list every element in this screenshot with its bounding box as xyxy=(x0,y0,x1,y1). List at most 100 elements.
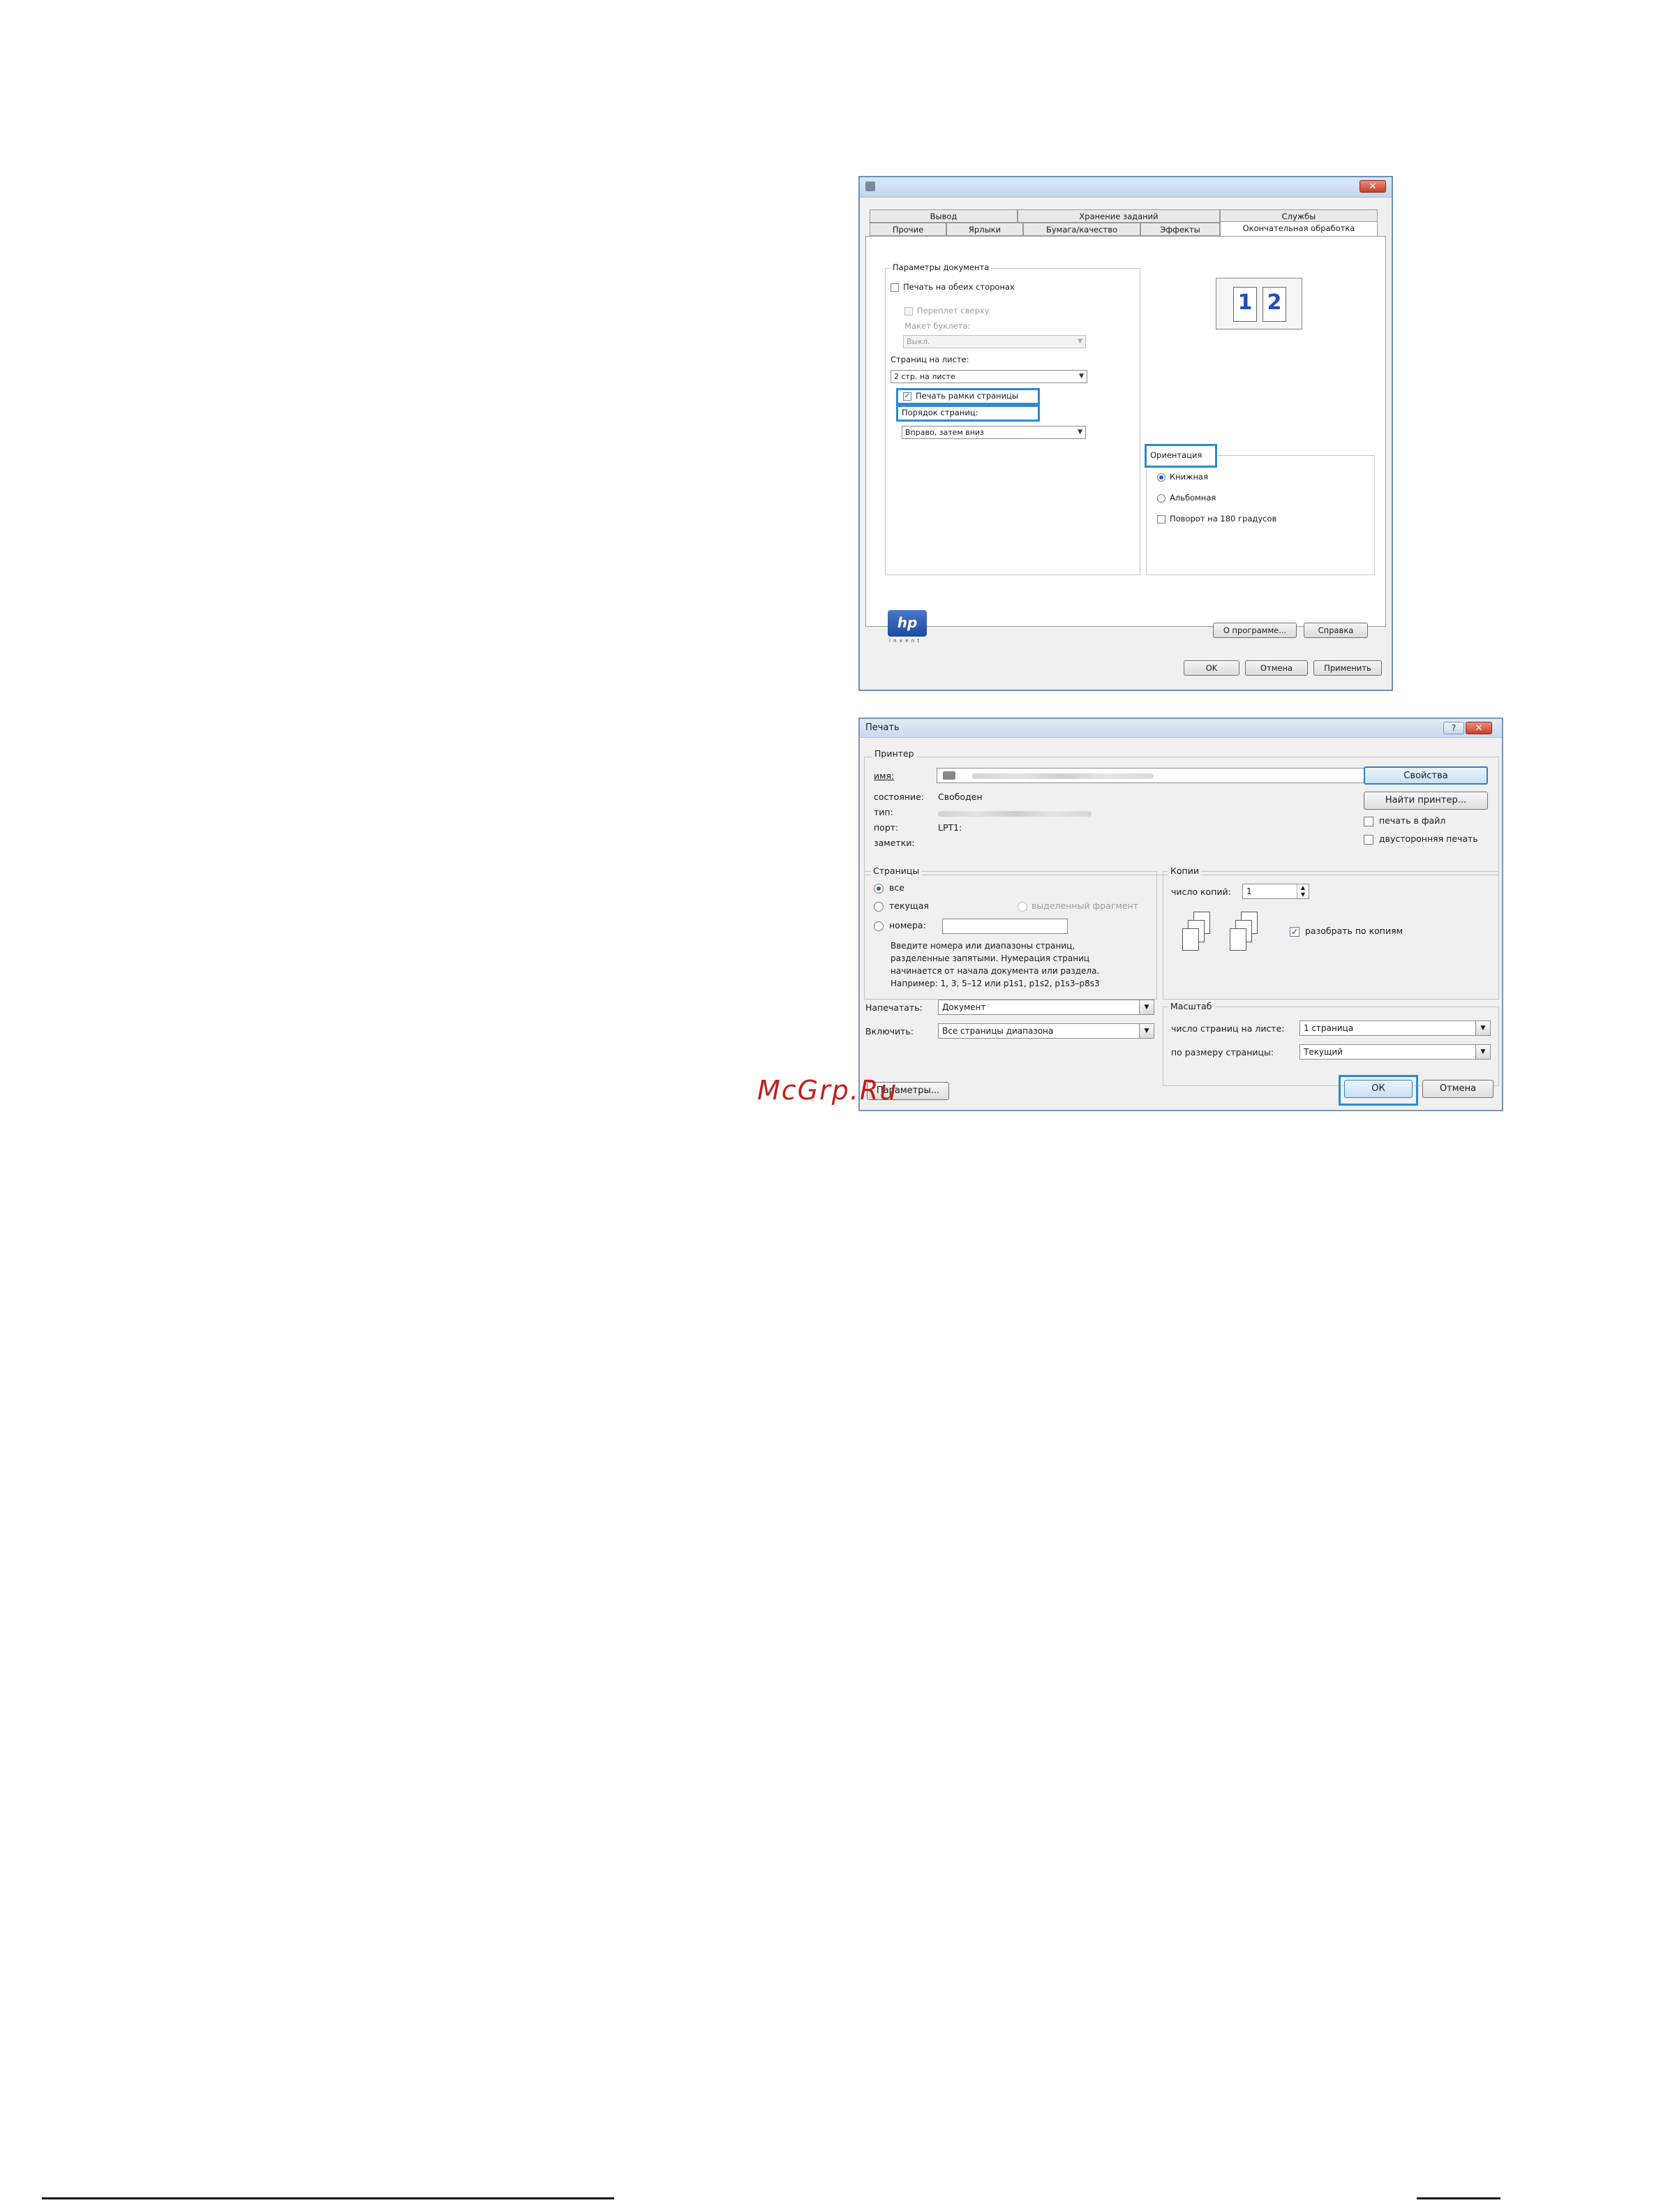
tab-effects[interactable]: Эффекты xyxy=(1140,223,1220,236)
print-what-value: Документ xyxy=(942,1002,986,1012)
print-to-file-label: печать в файл xyxy=(1379,815,1446,826)
print-what-label: Напечатать: xyxy=(865,1002,923,1013)
booklet-layout-select[interactable]: Выкл. ▼ xyxy=(903,335,1086,348)
tab-advanced[interactable]: Прочие xyxy=(870,223,946,236)
page-numbers-input[interactable] xyxy=(942,919,1068,934)
preview-page-1: 1 xyxy=(1233,287,1257,322)
scale-group-label: Масштаб xyxy=(1168,1001,1214,1011)
collate-page-icon xyxy=(1230,928,1246,951)
chevron-down-icon: ▼ xyxy=(1475,1021,1490,1035)
pages-selection-radio[interactable] xyxy=(1018,902,1027,912)
print-borders-checkbox[interactable]: ✓ xyxy=(903,392,911,401)
help-icon[interactable]: ? xyxy=(1443,722,1464,734)
printer-icon xyxy=(865,181,875,191)
print-to-file-checkbox[interactable] xyxy=(1364,817,1373,826)
scale-to-paper-select[interactable]: Текущий ▼ xyxy=(1299,1044,1491,1060)
port-label: порт: xyxy=(874,822,899,833)
flip-up-checkbox[interactable] xyxy=(904,307,913,316)
scale-pages-per-sheet-label: число страниц на листе: xyxy=(1171,1023,1285,1034)
tab-shortcuts[interactable]: Ярлыки xyxy=(946,223,1023,236)
scale-pages-per-sheet-select[interactable]: 1 страница ▼ xyxy=(1299,1020,1491,1036)
cancel-button[interactable]: Отмена xyxy=(1245,660,1308,676)
type-label: тип: xyxy=(874,807,893,817)
cancel-button[interactable]: Отмена xyxy=(1422,1080,1494,1098)
orientation-label: Ориентация xyxy=(1150,450,1202,460)
document-options-label: Параметры документа xyxy=(891,262,992,272)
copies-stepper[interactable]: ▲ ▼ xyxy=(1297,884,1309,898)
page-order-select[interactable]: Вправо, затем вниз ▼ xyxy=(902,426,1086,439)
scale-to-paper-label: по размеру страницы: xyxy=(1171,1047,1274,1057)
chevron-down-icon: ▼ xyxy=(1139,1000,1154,1014)
apply-button[interactable]: Применить xyxy=(1313,660,1382,676)
print-dialog-title: Печать xyxy=(865,722,900,733)
hp-logo-tagline: i n v e n t xyxy=(889,638,921,644)
rotate-180-checkbox[interactable] xyxy=(1157,515,1165,524)
pages-hint-line-3: начинается от начала документа или разде… xyxy=(891,966,1100,976)
booklet-layout-value: Выкл. xyxy=(907,337,930,346)
ok-button[interactable]: ОК xyxy=(1344,1080,1413,1098)
help-button[interactable]: Справка xyxy=(1304,623,1368,638)
printer-name-blurred xyxy=(972,773,1154,779)
ok-button[interactable]: OK xyxy=(1184,660,1239,676)
print-what-select[interactable]: Документ ▼ xyxy=(938,1000,1154,1015)
chevron-down-icon: ▼ xyxy=(1078,338,1082,345)
about-button[interactable]: О программе... xyxy=(1213,623,1297,638)
footer-rule xyxy=(1417,2197,1500,2199)
status-value: Свободен xyxy=(938,792,983,802)
duplex-label: Печать на обеих сторонах xyxy=(903,282,1015,292)
find-printer-button[interactable]: Найти принтер... xyxy=(1364,792,1488,810)
tab-paper-quality[interactable]: Бумага/качество xyxy=(1023,223,1140,236)
chevron-down-icon: ▼ xyxy=(1078,429,1082,436)
portrait-label: Книжная xyxy=(1170,472,1209,482)
print-borders-label: Печать рамки страницы xyxy=(916,391,1019,401)
booklet-layout-label: Макет буклета: xyxy=(904,321,971,331)
pages-all-label: все xyxy=(889,882,904,893)
portrait-radio[interactable] xyxy=(1157,473,1165,482)
tab-finishing[interactable]: Окончательная обработка xyxy=(1220,221,1378,236)
printer-icon xyxy=(943,771,955,780)
close-button[interactable]: ✕ xyxy=(1466,722,1492,734)
rotate-180-label: Поворот на 180 градусов xyxy=(1170,514,1277,524)
chevron-down-icon: ▼ xyxy=(1139,1024,1154,1038)
tab-output[interactable]: Вывод xyxy=(870,209,1018,223)
print-dialog: Печать ? ✕ Принтер имя: ▼ состояние: Сво… xyxy=(858,718,1503,1111)
flip-up-label: Переплет сверху xyxy=(917,306,990,316)
pages-per-sheet-label: Страниц на листе: xyxy=(891,355,969,364)
copies-count-value: 1 xyxy=(1246,886,1252,896)
printer-name-label: имя: xyxy=(874,771,895,781)
properties-button[interactable]: Свойства xyxy=(1364,766,1488,785)
include-select[interactable]: Все страницы диапазона ▼ xyxy=(938,1023,1154,1039)
pages-per-sheet-value: 2 стр. на листе xyxy=(894,372,955,381)
scale-to-paper-value: Текущий xyxy=(1304,1047,1343,1057)
status-label: состояние: xyxy=(874,792,925,802)
pages-numbers-radio[interactable] xyxy=(874,921,884,931)
chevron-down-icon: ▼ xyxy=(1079,373,1084,380)
page-order-value: Вправо, затем вниз xyxy=(905,428,984,437)
layout-preview: 1 2 xyxy=(1216,278,1302,329)
collate-label: разобрать по копиям xyxy=(1305,926,1403,936)
scale-pages-per-sheet-value: 1 страница xyxy=(1304,1023,1354,1033)
pages-current-radio[interactable] xyxy=(874,902,884,912)
footer-rule xyxy=(42,2197,614,2199)
notes-label: заметки: xyxy=(874,838,915,848)
include-value: Все страницы диапазона xyxy=(942,1026,1054,1036)
printer-properties-dialog: ✕ Вывод Хранение заданий Службы Прочие Я… xyxy=(858,176,1393,691)
duplex-checkbox[interactable] xyxy=(891,283,899,292)
pages-all-radio[interactable] xyxy=(874,884,884,893)
pages-per-sheet-select[interactable]: 2 стр. на листе ▼ xyxy=(891,370,1087,383)
pages-numbers-label: номера: xyxy=(889,920,926,930)
tab-job-storage[interactable]: Хранение заданий xyxy=(1018,209,1220,223)
pages-hint-line-2: разделенные запятыми. Нумерация страниц xyxy=(891,953,1090,963)
port-value: LPT1: xyxy=(938,822,962,833)
watermark: McGrp.Ru xyxy=(757,1075,898,1106)
collate-checkbox[interactable]: ✓ xyxy=(1290,927,1299,937)
copies-count-label: число копий: xyxy=(1171,886,1231,897)
landscape-radio[interactable] xyxy=(1157,494,1165,503)
pages-hint-line-1: Введите номера или диапазоны страниц, xyxy=(891,941,1075,951)
close-button[interactable]: ✕ xyxy=(1360,180,1386,193)
print-titlebar: Печать ? ✕ xyxy=(860,719,1502,738)
properties-titlebar: ✕ xyxy=(860,177,1392,198)
pages-selection-label: выделенный фрагмент xyxy=(1031,900,1138,911)
duplex-checkbox[interactable] xyxy=(1364,835,1373,845)
printer-name-select[interactable]: ▼ xyxy=(937,768,1379,783)
